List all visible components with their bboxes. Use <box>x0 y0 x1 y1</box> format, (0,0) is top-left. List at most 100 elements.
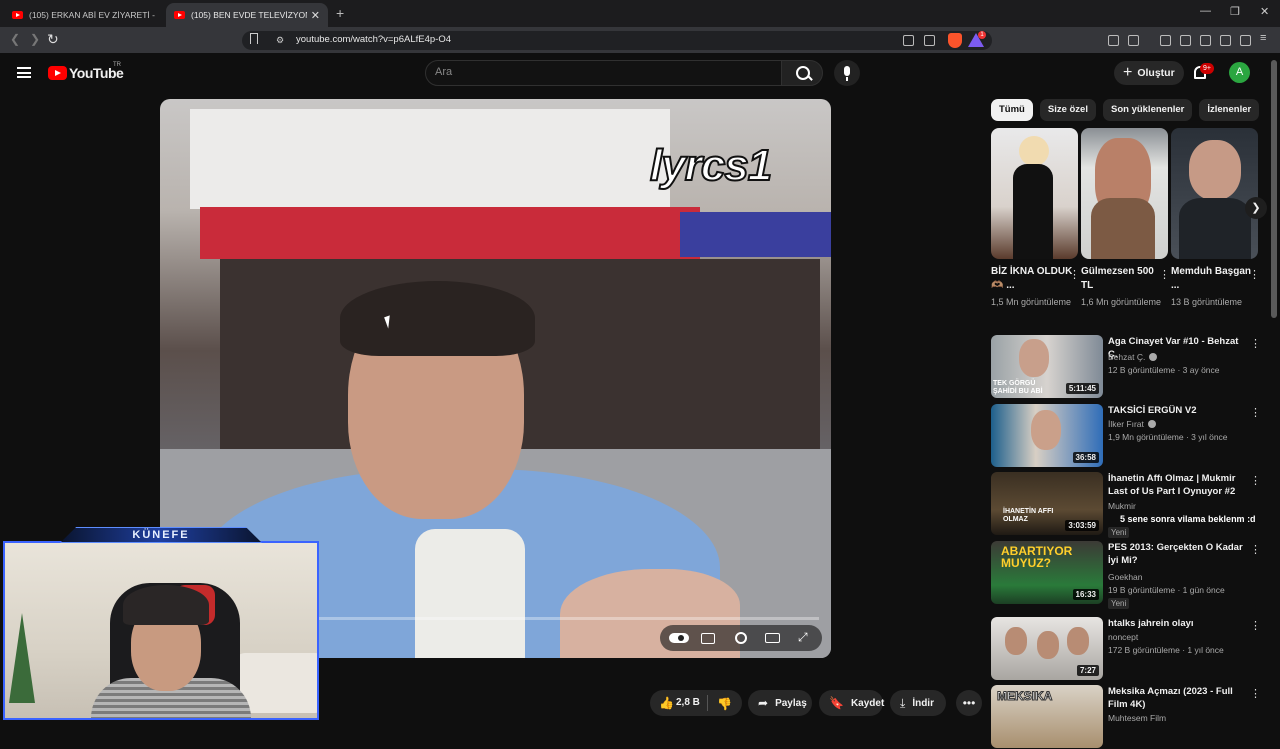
like-dislike-group: 👍 2,8 B 👎 <box>650 690 742 716</box>
subtitles-icon[interactable] <box>701 633 715 644</box>
chip-watched[interactable]: İzlenenler <box>1199 99 1260 121</box>
restore-icon[interactable]: ❐ <box>1230 5 1240 18</box>
more-vert-icon[interactable]: ⋮ <box>1250 474 1261 487</box>
thumbs-up-icon[interactable]: 👍 <box>659 696 674 710</box>
more-vert-icon[interactable]: ⋮ <box>1159 268 1170 281</box>
back-icon[interactable]: ❮ <box>10 32 20 46</box>
verified-icon <box>1147 420 1156 428</box>
music-icon[interactable] <box>1160 35 1171 46</box>
short-thumbnail[interactable] <box>991 128 1078 259</box>
thumbs-down-icon[interactable]: 👎 <box>717 697 732 711</box>
video-thumbnail[interactable]: 36:58 <box>991 404 1103 467</box>
channel-name[interactable]: Behzat Ç. <box>1108 352 1158 362</box>
bookmark-icon[interactable] <box>250 33 258 44</box>
short-item[interactable]: Gülmezsen 500 TL 1,6 Mn görüntüleme ⋮ <box>1081 128 1170 309</box>
video-title[interactable]: htalks jahrein olayı <box>1108 617 1248 630</box>
autoplay-toggle[interactable] <box>669 633 689 643</box>
video-title[interactable]: TAKSİCİ ERGÜN V2 <box>1108 404 1248 417</box>
share-page-icon[interactable] <box>924 35 935 46</box>
new-badge: Yeni <box>1108 527 1130 538</box>
like-count[interactable]: 2,8 B <box>676 697 700 708</box>
video-title[interactable]: Meksika Açmazı (2023 - Full Film 4K) <box>1108 685 1248 711</box>
video-title[interactable]: PES 2013: Gerçekten O Kadar İyi Mi? <box>1108 541 1248 567</box>
list-item[interactable]: 7:27 htalks jahrein olayı noncept 172 B … <box>991 617 1271 681</box>
chip-all[interactable]: Tümü <box>991 99 1033 121</box>
chevron-right-icon[interactable]: ❯ <box>1245 197 1267 219</box>
list-item[interactable]: 36:58 TAKSİCİ ERGÜN V2 İlker Fırat 1,9 M… <box>991 404 1271 468</box>
create-label: Oluştur <box>1137 67 1175 79</box>
channel-name[interactable]: noncept <box>1108 632 1138 642</box>
download-button[interactable]: ⤓ İndir <box>890 690 946 716</box>
youtube-logo-icon[interactable] <box>48 66 67 80</box>
reload-icon[interactable]: ↻ <box>47 31 59 48</box>
save-label: Kaydet <box>850 697 885 709</box>
short-item[interactable]: Memduh Başgan ... 13 B görüntüleme ⋮ <box>1171 128 1260 309</box>
video-title[interactable]: İhanetin Affı Olmaz | Mukmir Last of Us … <box>1108 472 1248 498</box>
cast-icon[interactable] <box>903 35 914 46</box>
list-item[interactable]: ABARTIYOR MUYUZ? 16:33 PES 2013: Gerçekt… <box>991 541 1271 609</box>
more-vert-icon[interactable]: ⋮ <box>1069 268 1080 281</box>
short-title[interactable]: Memduh Başgan ... <box>1171 265 1258 293</box>
channel-name[interactable]: Mukmir <box>1108 501 1136 511</box>
list-item[interactable]: TEK GÖRGÜ ŞAHİDİ BU ABİ 5:11:45 Aga Cina… <box>991 335 1271 399</box>
list-item[interactable]: İHANETİN AFFI OLMAZ 3:03:59 İhanetin Aff… <box>991 472 1271 538</box>
theater-mode-icon[interactable] <box>765 633 780 643</box>
wallet-icon[interactable] <box>1200 35 1211 46</box>
youtube-header: YouTube TR + Oluştur 9+ A <box>0 53 1280 93</box>
video-thumbnail[interactable]: ABARTIYOR MUYUZ? 16:33 <box>991 541 1103 604</box>
video-thumbnail[interactable]: MEKSIKA <box>991 685 1103 748</box>
video-thumbnail[interactable]: TEK GÖRGÜ ŞAHİDİ BU ABİ 5:11:45 <box>991 335 1103 398</box>
short-thumbnail[interactable] <box>1081 128 1168 259</box>
search-icon[interactable] <box>781 60 823 86</box>
screenshot-icon[interactable] <box>1128 35 1139 46</box>
video-thumbnail[interactable]: İHANETİN AFFI OLMAZ 3:03:59 <box>991 472 1103 535</box>
more-vert-icon[interactable]: ⋮ <box>1250 337 1261 350</box>
minimize-icon[interactable]: — <box>1200 5 1211 17</box>
new-tab-icon[interactable]: + <box>336 5 344 21</box>
site-info-icon[interactable]: ⚙ <box>276 35 284 46</box>
avatar[interactable]: A <box>1229 62 1250 83</box>
divider <box>707 695 708 711</box>
chip-recently-uploaded[interactable]: Son yüklenenler <box>1102 99 1193 121</box>
forward-icon[interactable]: ❯ <box>30 32 40 46</box>
fullscreen-icon[interactable]: ⤢ <box>798 630 812 644</box>
short-title[interactable]: BİZ İKNA OLDUK🫶🏽 ... <box>991 265 1078 293</box>
close-window-icon[interactable]: ✕ <box>1260 5 1269 18</box>
more-vert-icon[interactable]: ⋮ <box>1250 406 1261 419</box>
save-button[interactable]: 🔖 Kaydet <box>819 690 885 716</box>
share-button[interactable]: ➦ Paylaş <box>748 690 812 716</box>
video-thumbnail[interactable]: 7:27 <box>991 617 1103 680</box>
duration-badge: 3:03:59 <box>1065 520 1099 531</box>
hamburger-menu-icon[interactable] <box>17 67 31 78</box>
page-scrollbar[interactable] <box>1271 60 1277 318</box>
search-field[interactable] <box>425 60 782 86</box>
leo-ai-icon[interactable] <box>1220 35 1231 46</box>
list-item[interactable]: MEKSIKA Meksika Açmazı (2023 - Full Film… <box>991 685 1271 749</box>
more-vert-icon[interactable]: ⋮ <box>1250 543 1261 556</box>
more-actions-icon[interactable]: ••• <box>956 690 982 716</box>
create-button[interactable]: + Oluştur <box>1114 61 1184 85</box>
short-thumbnail[interactable] <box>1171 128 1258 259</box>
search-input[interactable] <box>435 66 765 78</box>
channel-name[interactable]: İlker Fırat <box>1108 419 1156 429</box>
url-text[interactable]: youtube.com/watch?v=p6ALfE4p-O4 <box>296 34 451 45</box>
channel-name-text: Behzat Ç. <box>1108 352 1146 362</box>
microphone-icon[interactable] <box>834 60 860 86</box>
more-vert-icon[interactable]: ⋮ <box>1249 268 1260 281</box>
more-vert-icon[interactable]: ⋮ <box>1250 687 1261 700</box>
close-tab-icon[interactable]: ✕ <box>311 9 320 22</box>
browser-tab[interactable]: (105) ERKAN ABİ EV ZİYARETİ - YouTube <box>4 3 164 27</box>
settings-gear-icon[interactable] <box>735 632 747 644</box>
more-vert-icon[interactable]: ⋮ <box>1250 619 1261 632</box>
chip-for-you[interactable]: Size özel <box>1039 99 1096 121</box>
short-title[interactable]: Gülmezsen 500 TL <box>1081 265 1168 293</box>
short-item[interactable]: BİZ İKNA OLDUK🫶🏽 ... 1,5 Mn görüntüleme … <box>991 128 1080 309</box>
vpn-icon[interactable] <box>1240 35 1251 46</box>
browser-tab-active[interactable]: (105) BEN EVDE TELEVİZYON İZLİ ✕ <box>166 3 328 27</box>
sidebar-icon[interactable] <box>1180 35 1191 46</box>
channel-name[interactable]: Goekhan <box>1108 572 1143 582</box>
extensions-icon[interactable] <box>1108 35 1119 46</box>
brave-shield-icon[interactable] <box>948 33 962 48</box>
channel-name[interactable]: Muhtesem Film <box>1108 713 1166 723</box>
menu-icon[interactable]: ≡ <box>1260 32 1271 44</box>
